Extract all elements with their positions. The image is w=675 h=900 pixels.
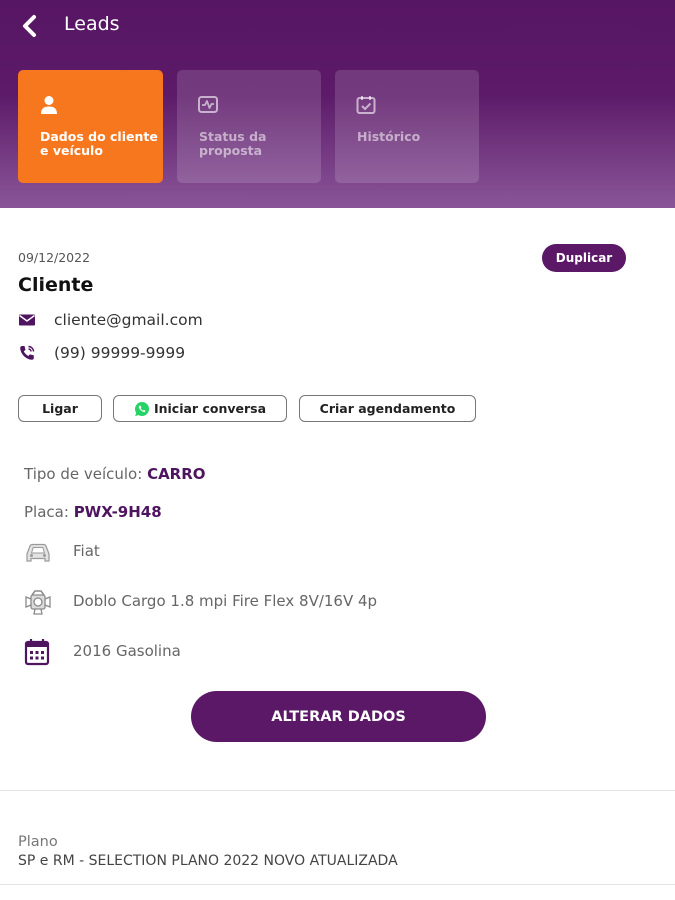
tab-label: Status da proposta bbox=[199, 129, 267, 158]
create-schedule-button[interactable]: Criar agendamento bbox=[299, 395, 476, 422]
phone-row: (99) 99999-9999 bbox=[18, 342, 185, 364]
tab-client-vehicle[interactable]: Dados do cliente e veículo bbox=[18, 70, 163, 183]
calendar-check-icon bbox=[356, 96, 376, 114]
divider bbox=[0, 884, 675, 885]
start-chat-button[interactable]: Iniciar conversa bbox=[113, 395, 287, 422]
envelope-icon bbox=[19, 314, 35, 326]
tab-history[interactable]: Histórico bbox=[335, 70, 479, 183]
duplicate-button[interactable]: Duplicar bbox=[542, 244, 626, 272]
email-row: cliente@gmail.com bbox=[18, 309, 203, 331]
tab-label: Histórico bbox=[357, 129, 421, 144]
tab-label: Dados do cliente e veículo bbox=[40, 129, 158, 158]
user-icon bbox=[41, 96, 57, 114]
call-button-label: Ligar bbox=[42, 401, 78, 416]
create-schedule-label: Criar agendamento bbox=[319, 401, 456, 416]
car-icon bbox=[26, 543, 50, 562]
alter-data-button[interactable]: ALTERAR DADOS bbox=[191, 691, 486, 742]
vehicle-type-value: CARRO bbox=[147, 465, 206, 483]
phone-icon bbox=[20, 345, 35, 360]
client-email[interactable]: cliente@gmail.com bbox=[54, 311, 203, 329]
vehicle-plate-value: PWX-9H48 bbox=[73, 503, 162, 521]
start-chat-label: Iniciar conversa bbox=[153, 401, 267, 416]
tab-proposal-status[interactable]: Status da proposta bbox=[177, 70, 321, 183]
app-header: Leads Dados do cliente e veículo Status … bbox=[0, 0, 675, 208]
vehicle-model: Doblo Cargo 1.8 mpi Fire Flex 8V/16V 4p bbox=[73, 592, 378, 610]
chevron-left-icon bbox=[23, 15, 36, 37]
whatsapp-icon bbox=[135, 401, 149, 416]
client-name: Cliente bbox=[18, 274, 94, 296]
engine-icon bbox=[25, 590, 51, 615]
vehicle-plate-label: Placa: bbox=[24, 503, 69, 521]
plan-value: SP e RM - SELECTION PLANO 2022 NOVO ATUA… bbox=[18, 853, 398, 869]
vehicle-type-label: Tipo de veículo: bbox=[24, 465, 143, 483]
vehicle-year-fuel: 2016 Gasolina bbox=[73, 642, 181, 660]
vehicle-type: Tipo de veículo: CARRO bbox=[24, 465, 206, 483]
plan-label: Plano bbox=[18, 834, 58, 850]
divider bbox=[0, 790, 675, 791]
pulse-chart-icon bbox=[198, 96, 218, 113]
vehicle-brand: Fiat bbox=[73, 542, 100, 560]
back-button[interactable] bbox=[14, 10, 46, 42]
vehicle-plate: Placa: PWX-9H48 bbox=[24, 503, 162, 521]
page-title: Leads bbox=[64, 13, 120, 35]
call-button[interactable]: Ligar bbox=[18, 395, 102, 422]
calendar-icon bbox=[24, 639, 50, 666]
client-phone[interactable]: (99) 99999-9999 bbox=[54, 344, 185, 362]
lead-date: 09/12/2022 bbox=[18, 250, 91, 265]
